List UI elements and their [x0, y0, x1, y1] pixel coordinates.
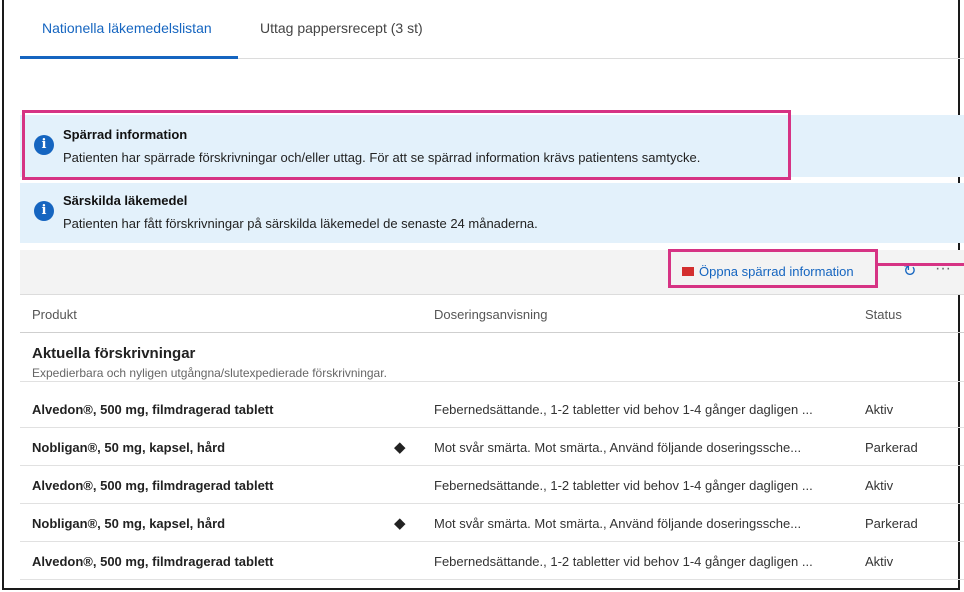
dosage-instruction: Febernedsättande., 1-2 tabletter vid beh… [434, 402, 813, 417]
tab-nationella-lakemedelslistan[interactable]: Nationella läkemedelslistan [42, 20, 212, 36]
highlight-box-banner [22, 110, 791, 180]
highlight-connector-line [877, 263, 964, 266]
banner-text: Patienten har fått förskrivningar på sär… [63, 216, 538, 231]
section-aktuella-forskrivningar: Aktuella förskrivningar Expedierbara och… [20, 333, 964, 382]
special-medicine-icon: ◆ [394, 439, 406, 456]
dosage-instruction: Febernedsättande., 1-2 tabletter vid beh… [434, 478, 813, 493]
column-header-produkt[interactable]: Produkt [32, 307, 77, 322]
dosage-instruction: Mot svår smärta. Mot smärta., Använd föl… [434, 516, 802, 531]
product-name: Nobligan®, 50 mg, kapsel, hård [32, 440, 226, 455]
dosage-instruction: Mot svår smärta. Mot smärta., Använd föl… [434, 440, 802, 455]
banner-sarskilda-lakemedel: i Särskilda läkemedel Patienten har fått… [20, 183, 964, 243]
tab-uttag-pappersrecept[interactable]: Uttag pappersrecept (3 st) [260, 20, 423, 36]
special-medicine-icon: ◆ [394, 515, 406, 532]
column-header-status[interactable]: Status [865, 307, 902, 322]
product-name: Nobligan®, 50 mg, kapsel, hård [32, 516, 226, 531]
table-row[interactable]: Alvedon®, 500 mg, filmdragerad tablett F… [20, 542, 964, 580]
table-row[interactable]: Nobligan®, 50 mg, kapsel, hård ◆ Mot svå… [20, 428, 964, 466]
status-text: Aktiv [865, 478, 894, 493]
product-name: Alvedon®, 500 mg, filmdragerad tablett [32, 402, 274, 417]
dosage-instruction: Febernedsättande., 1-2 tabletter vid beh… [434, 554, 813, 569]
banner-title: Särskilda läkemedel [63, 193, 188, 208]
product-name: Alvedon®, 500 mg, filmdragerad tablett [32, 478, 274, 493]
table-header: Produkt Doseringsanvisning Status [20, 294, 964, 333]
table-row[interactable]: Alvedon®, 500 mg, filmdragerad tablett F… [20, 466, 964, 504]
status-text: Aktiv [865, 402, 894, 417]
product-name: Alvedon®, 500 mg, filmdragerad tablett [32, 554, 274, 569]
active-tab-indicator [20, 56, 238, 59]
info-icon: i [34, 201, 54, 221]
table-row[interactable]: Nobligan®, 50 mg, kapsel, hård ◆ Mot svå… [20, 504, 964, 542]
status-text: Aktiv [865, 554, 894, 569]
status-text: Parkerad [865, 440, 918, 455]
table-row[interactable]: Alvedon®, 500 mg, filmdragerad tablett F… [20, 390, 964, 428]
status-text: Parkerad [865, 516, 918, 531]
column-header-doseringsanvisning[interactable]: Doseringsanvisning [434, 307, 547, 322]
tab-bar: Nationella läkemedelslistan Uttag papper… [20, 0, 964, 59]
section-subtitle: Expedierbara och nyligen utgångna/slutex… [32, 366, 387, 380]
section-title: Aktuella förskrivningar [32, 345, 196, 362]
highlight-box-button [668, 249, 878, 288]
